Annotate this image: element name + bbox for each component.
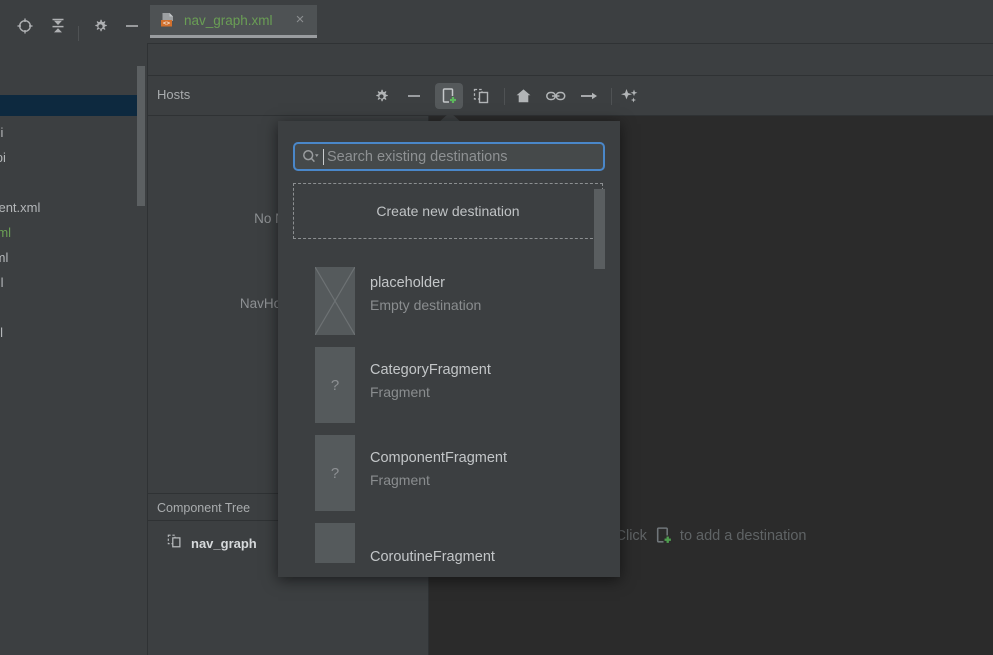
arrow-right-icon[interactable]: [577, 84, 601, 108]
destination-item-name: ComponentFragment: [370, 450, 508, 466]
ide-window: <> nav_graph.xml × ipidpixdpionent.xml_.…: [0, 0, 993, 655]
home-icon[interactable]: [511, 84, 535, 108]
component-tree-title: Component Tree: [157, 501, 251, 515]
new-destination-icon[interactable]: [435, 83, 463, 109]
svg-text:<>: <>: [163, 20, 171, 27]
destination-item-text: CategoryFragment Fragment: [370, 362, 491, 400]
project-tree-item[interactable]: ml.xml: [0, 275, 4, 290]
search-input[interactable]: Search existing destinations: [293, 142, 605, 171]
toolbar-divider: [78, 26, 79, 41]
placeholder-thumbnail-icon: [315, 267, 355, 335]
text-caret: [323, 148, 324, 165]
close-icon[interactable]: ×: [293, 12, 307, 27]
locate-icon[interactable]: [14, 15, 36, 37]
project-tree-item[interactable]: xdpi: [0, 150, 6, 165]
destination-list-item[interactable]: placeholder Empty destination: [278, 257, 620, 337]
gear-icon[interactable]: [89, 15, 111, 37]
editor-tab-bar: <> nav_graph.xml ×: [148, 0, 993, 43]
project-tree-panel[interactable]: ipidpixdpionent.xml_.xmls.xmlml.xmle.xml: [0, 43, 148, 655]
create-new-destination-label: Create new destination: [376, 203, 520, 219]
project-toolbar: [0, 10, 148, 43]
link-icon[interactable]: [544, 84, 568, 108]
project-tree-item[interactable]: e.xml: [0, 325, 3, 340]
component-tree-root-row[interactable]: nav_graph: [166, 533, 257, 554]
search-placeholder: Search existing destinations: [327, 148, 508, 165]
nav-graph-icon: [166, 533, 184, 554]
collapse-all-icon[interactable]: [47, 15, 69, 37]
canvas-hint-prefix: Click: [615, 527, 647, 544]
editor-tab-nav-graph[interactable]: <> nav_graph.xml ×: [150, 5, 317, 38]
new-destination-icon: [654, 526, 673, 545]
destination-item-type: Fragment: [370, 472, 430, 488]
project-tree-scrollbar[interactable]: [137, 66, 145, 206]
gear-icon[interactable]: [369, 84, 393, 108]
destination-list-item[interactable]: CoroutineFragment: [278, 519, 620, 577]
nav-editor-toolbar: Hosts: [148, 76, 993, 116]
destination-item-name: CategoryFragment: [370, 362, 491, 378]
editor-sub-toolbar: [148, 43, 993, 76]
destination-item-type: Fragment: [370, 384, 430, 400]
destination-item-type: Empty destination: [370, 297, 482, 313]
unknown-preview-icon: ?: [315, 435, 355, 511]
destination-item-text: placeholder Empty destination: [370, 275, 481, 313]
canvas-hint-suffix: to add a destination: [679, 527, 807, 544]
destination-item-name: CoroutineFragment: [370, 549, 495, 565]
blank-preview-icon: [315, 523, 355, 563]
destination-item-text: ComponentFragment Fragment: [370, 450, 507, 488]
hosts-panel-title: Hosts: [157, 87, 191, 102]
destination-item-name: placeholder: [370, 275, 445, 291]
new-nested-graph-icon[interactable]: [470, 84, 494, 108]
add-destination-popup: Search existing destinations Create new …: [278, 121, 620, 577]
xml-file-icon: <>: [160, 12, 176, 28]
project-tree-selected-row[interactable]: [0, 95, 145, 116]
destination-list-item[interactable]: ? ComponentFragment Fragment: [278, 432, 620, 512]
destination-list[interactable]: placeholder Empty destination? CategoryFra…: [278, 257, 620, 577]
toolbar-divider: [504, 88, 505, 105]
component-tree-root-label: nav_graph: [191, 536, 257, 551]
create-new-destination-button[interactable]: Create new destination: [293, 183, 603, 239]
toolbar-divider: [611, 88, 612, 105]
project-tree-item[interactable]: _.xml: [0, 225, 11, 240]
auto-arrange-icon[interactable]: [618, 84, 642, 108]
search-icon: [302, 149, 319, 164]
destination-list-item[interactable]: ? CategoryFragment Fragment: [278, 344, 620, 424]
destination-item-text: CoroutineFragment: [370, 549, 495, 565]
unknown-preview-icon: ?: [315, 347, 355, 423]
tab-label: nav_graph.xml: [184, 12, 273, 28]
minimize-icon[interactable]: [402, 84, 426, 108]
hide-icon[interactable]: [121, 15, 143, 37]
project-tree-item[interactable]: s.xml: [0, 250, 8, 265]
project-tree-item[interactable]: dpi: [0, 125, 3, 140]
project-tree-item[interactable]: onent.xml: [0, 200, 40, 215]
